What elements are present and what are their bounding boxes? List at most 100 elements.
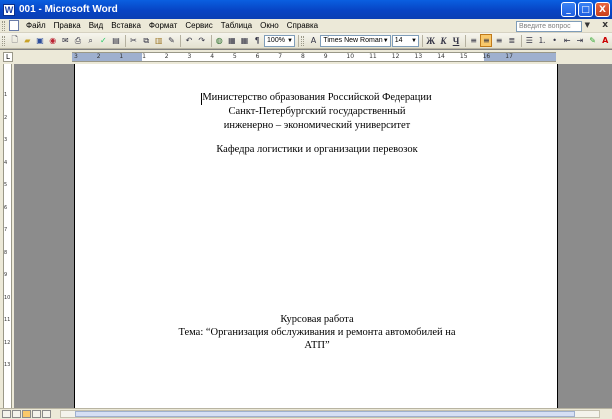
ruler-number: 2	[96, 53, 101, 60]
menu-help[interactable]: Справка	[283, 20, 322, 32]
bullets-icon[interactable]: •	[549, 34, 561, 47]
horizontal-scroll-thumb[interactable]	[75, 411, 575, 417]
format-painter-icon[interactable]: ✎	[166, 34, 178, 47]
toolbar-grip-icon[interactable]	[2, 35, 5, 46]
vertical-ruler-number: 4	[4, 159, 8, 166]
cut-icon[interactable]: ✂	[128, 34, 140, 47]
align-center-icon[interactable]: ≡	[480, 34, 493, 47]
doc-line-ministry[interactable]: Министерство образования Российской Феде…	[75, 92, 559, 103]
window-title: 001 - Microsoft Word	[19, 4, 118, 15]
copy-icon[interactable]: ⧉	[140, 34, 152, 47]
ruler-number: 1	[119, 53, 124, 60]
toolbar: 🗋 ▰ ▣ ◉ ✉ ⎙ ⌕ ✓ ▤ ✂ ⧉ ▥ ✎ ↶ ↷ ◍ ▦ ▦ ¶ 10…	[0, 33, 612, 49]
menu-edit[interactable]: Правка	[50, 20, 85, 32]
web-layout-view-icon[interactable]	[12, 410, 21, 418]
horizontal-scrollbar[interactable]	[60, 410, 600, 418]
research-icon[interactable]: ▤	[110, 34, 122, 47]
line-spacing-icon[interactable]: ☰	[523, 34, 535, 47]
font-size-value: 14	[394, 36, 403, 44]
view-bar	[0, 408, 612, 419]
maximize-button[interactable]: □	[578, 2, 593, 17]
font-name-dropdown-icon[interactable]: ▼	[383, 36, 389, 46]
doc-line-university-2[interactable]: инженерно – экономический университет	[75, 120, 559, 131]
zoom-dropdown-icon[interactable]: ▼	[287, 36, 293, 46]
toolbar-separator	[464, 34, 466, 47]
ruler-number: 1	[142, 53, 146, 60]
paste-icon[interactable]: ▥	[153, 34, 165, 47]
menu-file[interactable]: Файл	[22, 20, 50, 32]
menu-view[interactable]: Вид	[85, 20, 107, 32]
help-dropdown-icon[interactable]: ▼	[585, 21, 590, 29]
doc-line-topic-end[interactable]: АТП”	[75, 340, 559, 351]
redo-icon[interactable]: ↷	[196, 34, 208, 47]
align-left-icon[interactable]: ≡	[468, 34, 480, 47]
styles-icon[interactable]: A	[308, 34, 320, 47]
new-document-icon[interactable]: 🗋	[9, 34, 21, 47]
hyperlink-icon[interactable]: ◍	[213, 34, 225, 47]
tab-selector-icon[interactable]: L	[3, 52, 13, 62]
italic-button[interactable]: К	[438, 34, 450, 47]
minimize-button[interactable]: _	[561, 2, 576, 17]
menu-tools[interactable]: Сервис	[181, 20, 216, 32]
close-button[interactable]: X	[595, 2, 610, 17]
normal-view-icon[interactable]	[2, 410, 11, 418]
justify-icon[interactable]: ≣	[506, 34, 518, 47]
zoom-select[interactable]: 100% ▼	[264, 34, 295, 47]
open-folder-icon[interactable]: ▰	[22, 34, 34, 47]
show-hide-pilcrow-icon[interactable]: ¶	[251, 34, 263, 47]
menu-insert[interactable]: Вставка	[107, 20, 145, 32]
vertical-ruler-number: 1	[4, 92, 8, 98]
doc-line-topic[interactable]: Тема: “Организация обслуживания и ремонт…	[75, 327, 559, 338]
underline-button[interactable]: Ч	[450, 34, 462, 47]
font-size-select[interactable]: 14 ▼	[391, 34, 419, 47]
spelling-icon[interactable]: ✓	[97, 34, 109, 47]
menu-grip-icon[interactable]	[2, 20, 5, 31]
outline-view-icon[interactable]	[32, 410, 41, 418]
vertical-ruler-number: 9	[4, 272, 8, 278]
vertical-ruler-number: 13	[4, 362, 11, 368]
doc-line-department[interactable]: Кафедра логистики и организации перевозо…	[75, 144, 559, 155]
horizontal-ruler-strip[interactable]: 3 2 1 1 2 3 4 5 6 7 8 9 10 11 12 13 14 15 16 17	[72, 52, 556, 62]
vertical-ruler: 1 2 3 4 5 6 7 8 9 10 11 12 13	[0, 64, 14, 408]
document-close-button[interactable]: x	[602, 20, 608, 30]
ruler-number: 14	[437, 53, 445, 60]
ruler-number: 10	[346, 53, 355, 60]
vertical-ruler-number: 11	[4, 317, 11, 323]
numbering-icon[interactable]: ⒈	[536, 34, 548, 47]
insert-table-icon[interactable]: ▦	[239, 34, 251, 47]
toolbar-separator	[210, 34, 212, 47]
font-color-icon[interactable]: A	[599, 34, 611, 47]
undo-icon[interactable]: ↶	[183, 34, 195, 47]
menu-table[interactable]: Таблица	[217, 20, 256, 32]
align-right-icon[interactable]: ≡	[493, 34, 505, 47]
vertical-ruler-number: 10	[4, 294, 11, 301]
doc-line-university-1[interactable]: Санкт-Петербургский государственный	[75, 106, 559, 117]
tables-borders-icon[interactable]: ▦	[226, 34, 238, 47]
toolbar-separator	[124, 34, 126, 47]
font-name-select[interactable]: Times New Roman ▼	[320, 34, 391, 47]
document-icon[interactable]	[9, 20, 19, 31]
print-preview-icon[interactable]: ⌕	[85, 34, 97, 47]
vertical-ruler-number: 5	[4, 182, 8, 188]
menu-window[interactable]: Окно	[256, 20, 283, 32]
save-icon[interactable]: ▣	[34, 34, 46, 47]
menu-format[interactable]: Формат	[145, 20, 181, 32]
print-icon[interactable]: ⎙	[72, 34, 84, 47]
horizontal-ruler: L 3 2 1 1 2 3 4 5 6 7 8 9 10 11 12 13 14 15 16 17	[0, 50, 612, 64]
document-page[interactable]: Министерство образования Российской Феде…	[74, 64, 558, 408]
toolbar-separator	[297, 34, 299, 47]
permission-icon[interactable]: ◉	[47, 34, 59, 47]
vertical-ruler-number: 3	[4, 137, 8, 143]
font-size-dropdown-icon[interactable]: ▼	[411, 36, 417, 46]
email-icon[interactable]: ✉	[60, 34, 72, 47]
formatting-toolbar-grip-icon[interactable]	[300, 35, 304, 46]
help-question-input[interactable]: Введите вопрос	[516, 21, 582, 32]
highlight-icon[interactable]: ✎	[587, 34, 599, 47]
doc-line-coursework[interactable]: Курсовая работа	[75, 314, 559, 325]
print-layout-view-icon[interactable]	[22, 410, 31, 418]
decrease-indent-icon[interactable]: ⇤	[561, 34, 573, 47]
vertical-ruler-number: 7	[4, 227, 8, 233]
reading-layout-view-icon[interactable]	[42, 410, 51, 418]
increase-indent-icon[interactable]: ⇥	[574, 34, 586, 47]
bold-button[interactable]: Ж	[425, 34, 437, 47]
